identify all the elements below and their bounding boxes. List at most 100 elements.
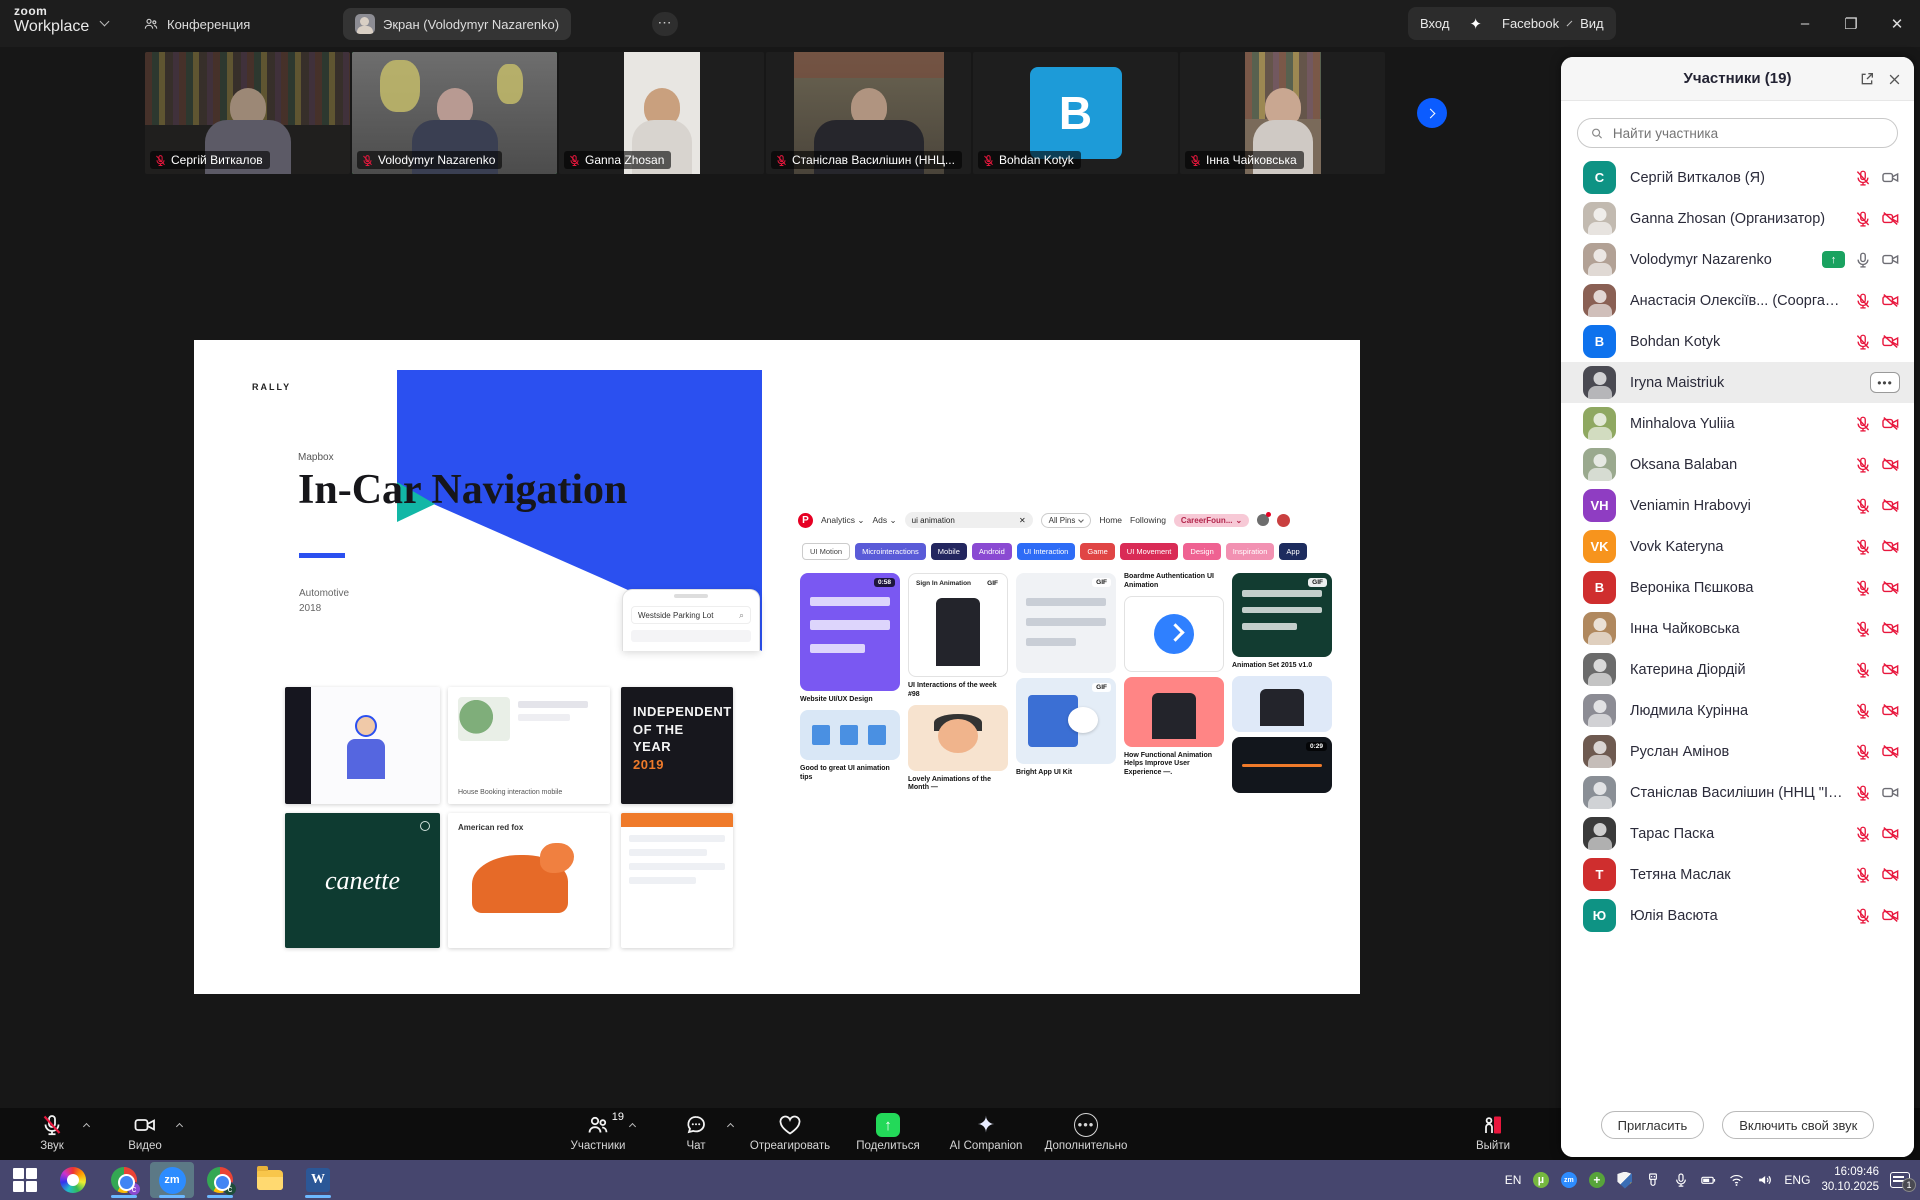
pinterest-chip[interactable]: Design [1183,543,1220,560]
participant-row[interactable]: Руслан Амінов [1561,731,1914,772]
taskbar-app-chrome-purple[interactable]: c [102,1162,146,1198]
pinterest-chip[interactable]: Game [1080,543,1114,560]
pinterest-pin[interactable] [800,710,900,760]
taskbar-app-word[interactable]: W [296,1162,340,1198]
toolbar-chat-button[interactable]: Чат [651,1112,741,1152]
participant-row[interactable]: CСергій Виткалов (Я) [1561,157,1914,198]
pin-caption[interactable]: Lovely Animations of the Month — [908,776,1008,794]
participant-row[interactable]: ВВероніка Пєшкова [1561,567,1914,608]
video-tile[interactable]: B Bohdan Kotyk [973,52,1178,174]
tab-conference[interactable]: Конференция [131,8,262,40]
pinterest-notifications-icon[interactable] [1257,514,1269,526]
participant-row[interactable]: Станіслав Василішин (ННЦ "Інститут... [1561,772,1914,813]
tray-utorrent-icon[interactable]: µ [1532,1172,1549,1189]
audio-options-chevron[interactable] [84,1120,89,1132]
pinterest-chip[interactable]: Microinteractions [855,543,926,560]
view-grid-icon[interactable] [1614,17,1617,31]
tab-more-button[interactable]: ⋯ [652,12,678,36]
pinterest-pin[interactable] [908,705,1008,771]
toolbar-share-button[interactable]: ↑Поделиться [843,1112,933,1152]
pinterest-all-pins[interactable]: All Pins [1041,513,1092,528]
pin-caption[interactable]: Boardme Authentication UI Animation [1124,573,1224,591]
portfolio-thumb-dashboard[interactable] [621,813,733,948]
taskbar-app-start[interactable] [3,1162,47,1198]
video-tile[interactable]: Інна Чайковська [1180,52,1385,174]
participant-row[interactable]: Oksana Balaban [1561,444,1914,485]
video-tile[interactable]: Сергій Виткалов [145,52,350,174]
pinterest-chip[interactable]: UI Motion [802,543,850,560]
toolbar-ai-button[interactable]: ✦AI Companion [941,1112,1031,1152]
participants-search[interactable] [1577,118,1898,148]
pinterest-pin[interactable]: 0:29 [1232,737,1332,793]
language-indicator[interactable]: ENG [1784,1173,1810,1187]
pinterest-logo-icon[interactable]: P [798,513,813,528]
pinterest-pin[interactable]: GIF [1016,573,1116,673]
tray-volume-icon[interactable] [1756,1172,1773,1189]
pin-caption[interactable]: Website UI/UX Design [800,696,900,705]
pinterest-pin[interactable]: Sign In AnimationGIF [908,573,1008,677]
toolbar-audio-button[interactable]: Звук [7,1112,97,1152]
pinterest-analytics[interactable]: Analytics ⌄ [821,515,865,526]
participant-more-button[interactable]: ••• [1870,372,1900,393]
login-button[interactable]: Вход [1420,16,1449,31]
pin-caption[interactable]: Bright App UI Kit [1016,769,1116,778]
pinterest-chip[interactable]: UI Movement [1120,543,1179,560]
pinterest-following[interactable]: Following [1130,515,1166,525]
pin-caption[interactable]: Animation Set 2015 v1.0 [1232,662,1332,671]
participant-row[interactable]: Катерина Діордій [1561,649,1914,690]
video-tile[interactable]: Станіслав Василішин (ННЦ... [766,52,971,174]
pinterest-pin[interactable]: 0:58 [800,573,900,691]
language-indicator-left[interactable]: EN [1505,1173,1522,1187]
taskbar-app-chrome-green[interactable]: c [198,1162,242,1198]
pinterest-search-input[interactable]: ui animation ✕ [905,512,1033,528]
participant-row[interactable]: ТТетяна Маслак [1561,854,1914,895]
next-videos-button[interactable] [1417,98,1447,128]
pin-caption[interactable]: Good to great UI animation tips [800,765,900,783]
portfolio-thumb-booking[interactable]: House Booking interaction mobile [448,687,610,804]
toolbar-video-button[interactable]: Видео [100,1112,190,1152]
video-tile[interactable]: Ganna Zhosan [559,52,764,174]
unmute-self-button[interactable]: Включить свой звук [1722,1111,1874,1139]
pinterest-pin[interactable]: GIF [1016,678,1116,764]
pinterest-pin[interactable] [1124,677,1224,747]
ai-companion-icon[interactable]: ✦ [1469,15,1482,33]
participants-search-input[interactable] [1611,125,1885,142]
pinterest-chip[interactable]: App [1279,543,1306,560]
taskbar-app-browser-ring[interactable] [51,1162,95,1198]
portfolio-thumb-canette[interactable]: canette [285,813,440,948]
participant-row[interactable]: BBohdan Kotyk [1561,321,1914,362]
toolbar-leave-button[interactable]: Выйти [1448,1112,1538,1152]
participant-row[interactable]: Інна Чайковська [1561,608,1914,649]
toolbar-react-button[interactable]: Отреагировать [745,1112,835,1152]
participant-row[interactable]: Iryna Maistriuk••• [1561,362,1914,403]
video-options-chevron[interactable] [177,1120,182,1132]
pinterest-ads[interactable]: Ads ⌄ [873,515,897,526]
view-button[interactable]: Вид [1580,16,1604,31]
brand-chevron-down-icon[interactable] [100,17,110,27]
pin-caption[interactable]: UI Interactions of the week #98 [908,682,1008,700]
participant-row[interactable]: VKVovk Kateryna [1561,526,1914,567]
pinterest-home[interactable]: Home [1099,515,1122,525]
tray-usb-icon[interactable] [1644,1172,1661,1189]
pinterest-chip[interactable]: Mobile [931,543,967,560]
pinterest-avatar[interactable] [1277,514,1290,527]
tray-zoom-tray-icon[interactable]: zm [1560,1172,1577,1189]
minimize-button[interactable]: – [1782,0,1828,47]
popout-icon[interactable] [1859,71,1875,87]
participant-row[interactable]: Volodymyr Nazarenko↑ [1561,239,1914,280]
portfolio-thumb-poster[interactable]: INDEPENDENTOF THEYEAR2019 [621,687,733,804]
toolbar-participants-button[interactable]: 19Участники [553,1112,643,1152]
participant-row[interactable]: Minhalova Yuliia [1561,403,1914,444]
pinterest-board-pill[interactable]: CareerFoun... ⌄ [1174,514,1249,527]
taskbar-app-file-explorer[interactable] [248,1162,292,1198]
pinterest-chip[interactable]: Inspiration [1226,543,1275,560]
restore-button[interactable]: ❐ [1828,0,1874,47]
taskbar-clock[interactable]: 16:09:46 30.10.2025 [1821,1165,1879,1195]
pinterest-pin[interactable]: GIF [1232,573,1332,657]
tray-antivirus-plus-icon[interactable]: + [1588,1172,1605,1189]
portfolio-thumb-fox[interactable]: American red fox [448,813,610,948]
clear-search-icon[interactable]: ✕ [1019,516,1026,525]
facebook-menu[interactable]: Facebook [1502,16,1559,31]
taskbar-app-zoom[interactable]: zm [150,1162,194,1198]
chat-options-chevron[interactable] [728,1120,733,1132]
